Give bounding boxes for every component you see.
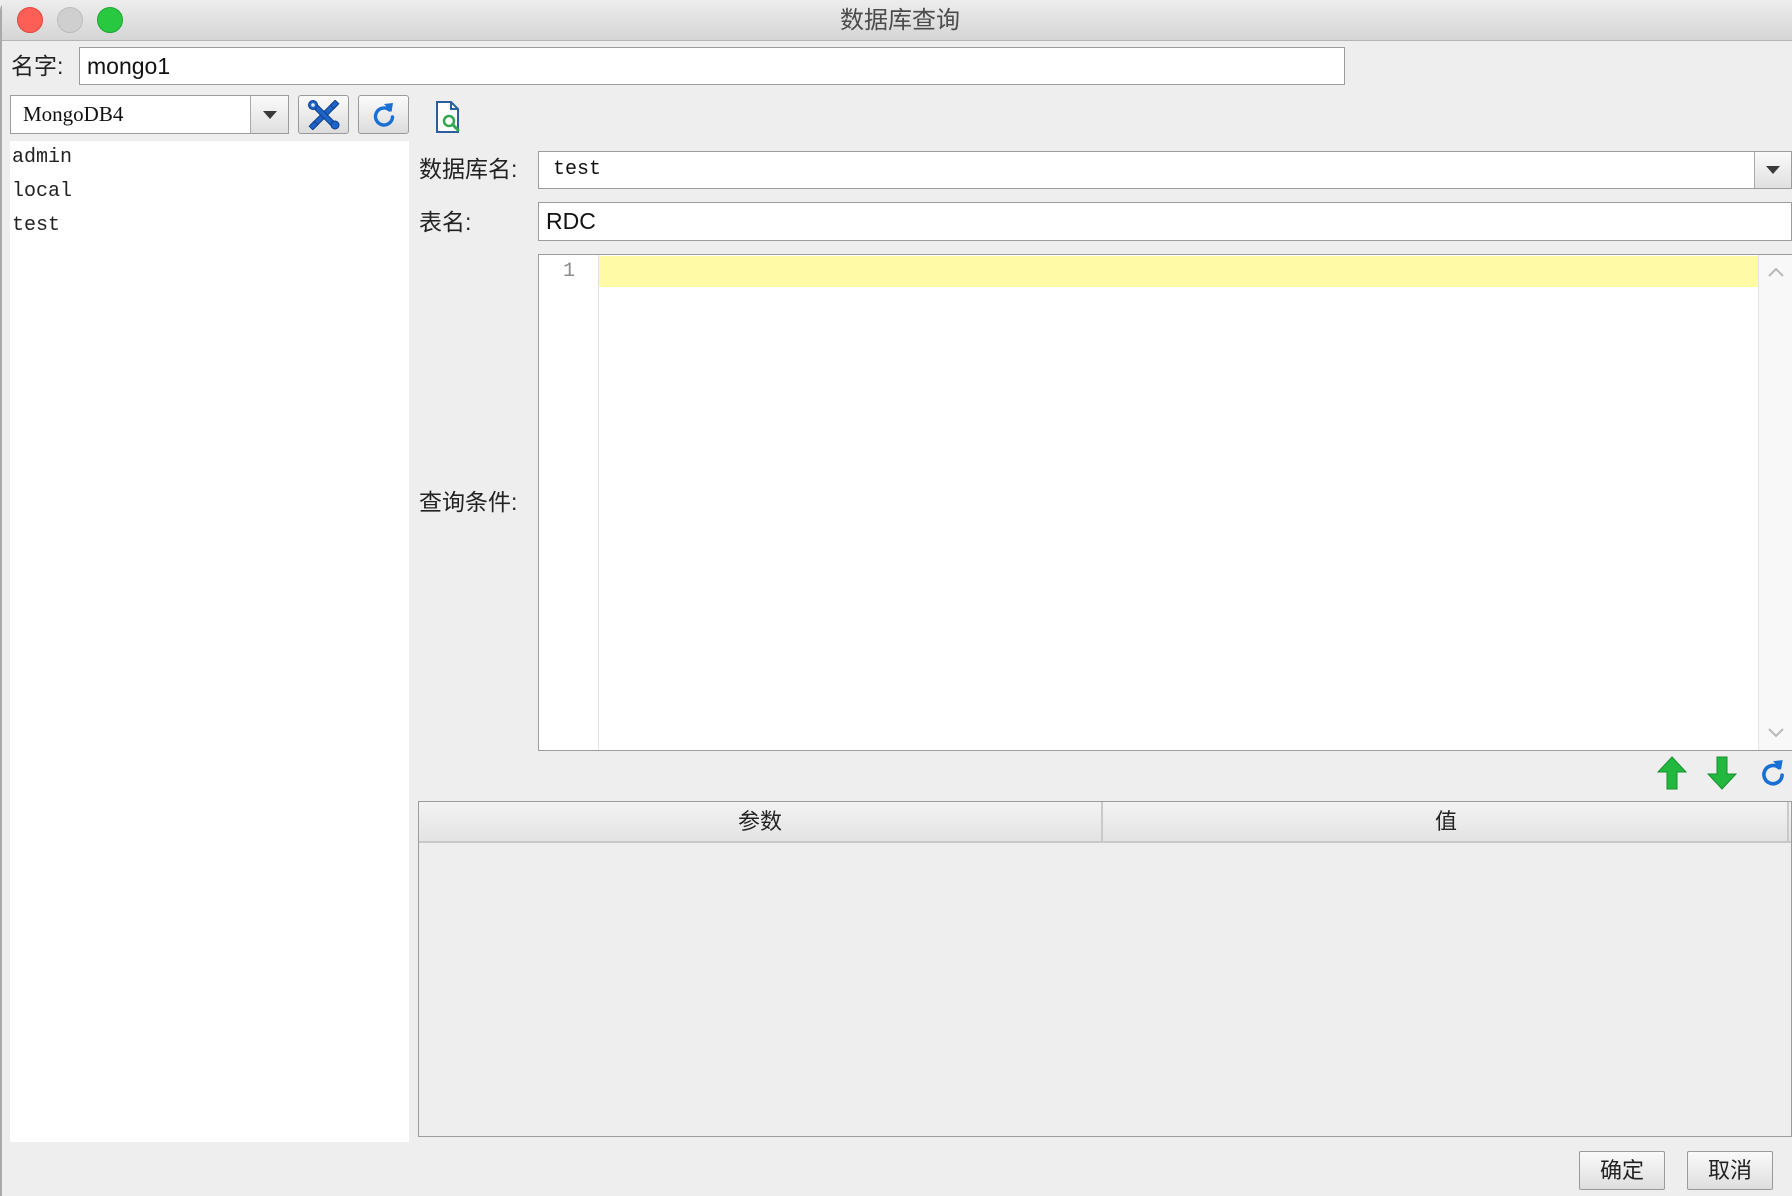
chevron-down-icon (262, 110, 277, 119)
params-table-body (419, 843, 1791, 1136)
ok-button[interactable]: 确定 (1579, 1151, 1665, 1190)
table-name-input[interactable] (538, 202, 1792, 241)
name-label: 名字: (11, 53, 64, 79)
chevron-up-icon[interactable] (1767, 266, 1785, 278)
chevron-down-icon (1766, 166, 1780, 174)
move-up-button[interactable] (1656, 756, 1688, 790)
database-name-select[interactable]: test (538, 151, 1792, 189)
window-edge (0, 0, 2, 1196)
line-number: 1 (562, 260, 575, 283)
datasource-dropdown-button[interactable] (250, 96, 288, 133)
column-header-value[interactable]: 值 (1105, 802, 1789, 841)
database-list[interactable]: admin local test (10, 141, 409, 1142)
database-list-item[interactable]: admin (10, 141, 409, 175)
table-name-label: 表名: (419, 209, 472, 235)
params-table: 参数 值 (418, 801, 1792, 1137)
line-number-gutter: 1 (539, 255, 599, 750)
refresh-icon (1762, 760, 1784, 786)
database-list-item[interactable]: test (10, 209, 409, 243)
preview-button[interactable] (434, 100, 463, 134)
dialog-window: 数据库查询 名字: MongoDB4 (0, 0, 1792, 1196)
database-name-label: 数据库名: (419, 156, 518, 182)
refresh-icon (373, 102, 394, 127)
configure-datasource-button[interactable] (298, 95, 349, 134)
database-name-dropdown-button[interactable] (1754, 152, 1791, 188)
datasource-select[interactable]: MongoDB4 (10, 95, 289, 134)
arrow-up-icon (1656, 756, 1688, 790)
zoom-window-button[interactable] (97, 7, 123, 33)
refresh-datasource-button[interactable] (358, 95, 409, 134)
move-down-button[interactable] (1706, 756, 1738, 790)
minimize-window-button[interactable] (57, 7, 83, 33)
query-code-line[interactable] (599, 256, 1758, 287)
close-window-button[interactable] (17, 7, 43, 33)
document-search-icon (436, 101, 460, 133)
cancel-button[interactable]: 取消 (1687, 1151, 1773, 1190)
column-header-param[interactable]: 参数 (419, 802, 1103, 841)
editor-scrollbar[interactable] (1758, 255, 1792, 750)
query-editor[interactable]: 1 (538, 254, 1792, 751)
arrow-down-icon (1706, 756, 1738, 790)
title-bar[interactable]: 数据库查询 (0, 0, 1792, 41)
refresh-params-button[interactable] (1758, 756, 1788, 790)
chevron-down-icon[interactable] (1767, 727, 1785, 739)
datasource-selected-value: MongoDB4 (23, 102, 124, 126)
database-name-value: test (553, 158, 602, 181)
params-table-header: 参数 值 (419, 802, 1791, 843)
window-title: 数据库查询 (840, 7, 960, 34)
database-list-item[interactable]: local (10, 175, 409, 209)
tools-icon (307, 99, 339, 130)
name-input[interactable] (79, 47, 1345, 85)
query-condition-label: 查询条件: (419, 489, 518, 515)
